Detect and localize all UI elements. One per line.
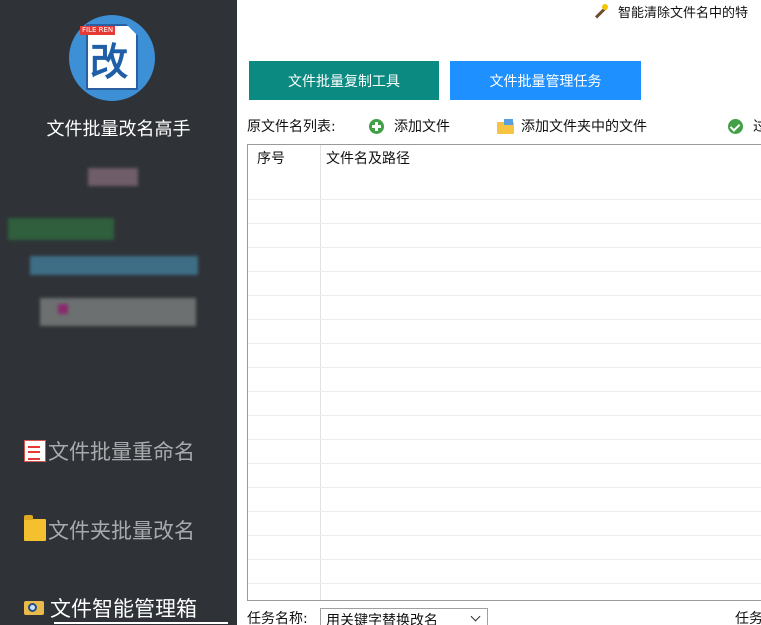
task-name-value: 用关键字替换改名 — [326, 613, 438, 625]
app-title: 文件批量改名高手 — [46, 119, 191, 140]
task-name-label: 任务名称: — [247, 611, 308, 625]
folder-icon — [24, 515, 46, 541]
active-indicator — [54, 622, 228, 624]
app-logo: FILE REN 改 — [69, 15, 155, 101]
right-toolbar-label: 过 — [753, 119, 761, 135]
nav-folder-rename[interactable]: 文件夹批量改名 — [24, 515, 195, 545]
chevron-down-icon — [470, 611, 481, 622]
table-row — [248, 415, 761, 416]
table-row — [248, 199, 761, 200]
column-divider — [320, 145, 321, 600]
table-row — [248, 391, 761, 392]
table-row — [248, 295, 761, 296]
file-list-label: 原文件名列表: — [247, 119, 336, 135]
table-row — [248, 319, 761, 320]
add-file-button[interactable]: 添加文件 — [369, 116, 450, 136]
task-right-label: 任务 — [735, 611, 761, 625]
copy-tool-button[interactable]: 文件批量复制工具 — [249, 61, 439, 100]
table-row — [248, 559, 761, 560]
table-row — [248, 223, 761, 224]
file-toolbar: 原文件名列表: 添加文件 添加文件夹中的文件 过 — [237, 115, 761, 137]
table-row — [248, 439, 761, 440]
main-panel: 智能清除文件名中的特 文件批量复制工具 文件批量管理任务 原文件名列表: 添加文… — [237, 0, 761, 625]
right-toolbar-button[interactable]: 过 — [728, 116, 761, 136]
nav-label: 文件智能管理箱 — [50, 597, 197, 621]
file-table[interactable]: 序号 文件名及路径 — [247, 144, 761, 601]
table-row — [248, 487, 761, 488]
table-row — [248, 247, 761, 248]
table-row — [248, 463, 761, 464]
document-icon — [24, 440, 46, 462]
table-row — [248, 583, 761, 584]
sidebar: FILE REN 改 文件批量改名高手 文件批量重命名 文件夹批量改名 文件智能… — [0, 0, 237, 625]
tip-text: 智能清除文件名中的特 — [618, 6, 749, 21]
task-bar: 任务名称: 用关键字替换改名 任务 — [237, 605, 761, 625]
task-name-select[interactable]: 用关键字替换改名 — [320, 608, 488, 625]
table-header: 序号 文件名及路径 — [248, 145, 761, 169]
magic-wand-icon — [591, 3, 609, 21]
search-folder-icon — [24, 599, 44, 617]
check-icon — [728, 118, 743, 134]
manage-task-button[interactable]: 文件批量管理任务 — [450, 61, 641, 100]
nav-label: 文件夹批量改名 — [48, 519, 195, 543]
column-path-header: 文件名及路径 — [326, 151, 410, 167]
plus-icon — [369, 118, 384, 134]
add-file-label: 添加文件 — [394, 119, 450, 135]
column-index-header: 序号 — [257, 151, 285, 167]
table-row — [248, 535, 761, 536]
nav-smart-manager[interactable]: 文件智能管理箱 — [24, 593, 197, 623]
tip-banner: 智能清除文件名中的特 — [591, 2, 748, 21]
add-folder-files-label: 添加文件夹中的文件 — [521, 119, 647, 135]
logo-badge: FILE REN — [80, 26, 116, 35]
folder-icon — [497, 118, 515, 134]
table-row — [248, 271, 761, 272]
table-row — [248, 343, 761, 344]
add-folder-files-button[interactable]: 添加文件夹中的文件 — [497, 116, 647, 136]
logo-character: 改 — [90, 40, 129, 84]
nav-label: 文件批量重命名 — [48, 440, 195, 464]
table-row — [248, 511, 761, 512]
nav-batch-rename[interactable]: 文件批量重命名 — [24, 436, 195, 466]
table-row — [248, 367, 761, 368]
